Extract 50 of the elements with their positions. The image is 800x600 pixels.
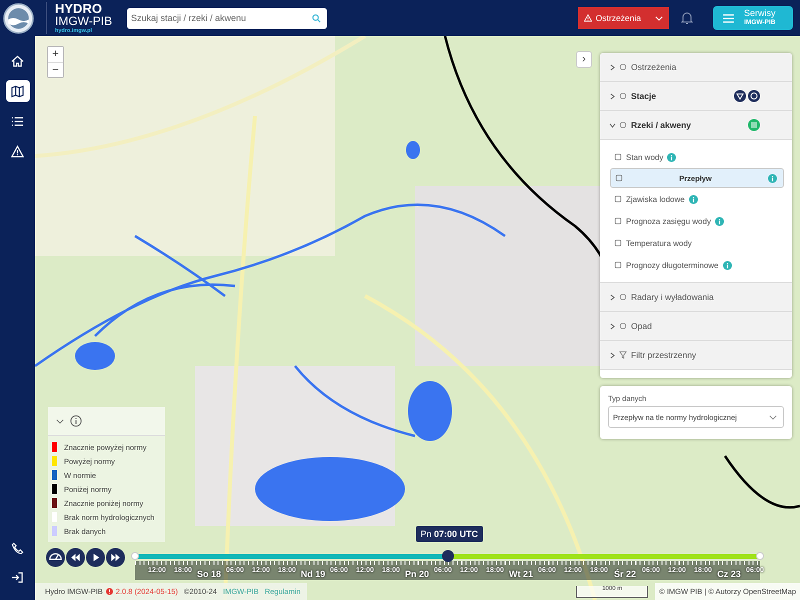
warnings-button[interactable]: Ostrzeżenia <box>578 7 669 29</box>
speed-icon[interactable] <box>46 548 65 567</box>
layer-item[interactable]: Stan wody <box>610 146 784 168</box>
chevron-icon[interactable] <box>610 64 615 70</box>
zoom-out-button[interactable]: − <box>48 62 63 77</box>
collapse-panel-button[interactable]: › <box>576 51 592 68</box>
layer-item[interactable]: Zjawiska lodowe <box>610 188 784 210</box>
layer-item[interactable]: Prognoza zasięgu wody <box>610 210 784 232</box>
section-header[interactable]: Filtr przestrzenny <box>600 341 792 370</box>
collapse-icon[interactable] <box>56 418 64 424</box>
chevron-icon[interactable] <box>609 122 616 128</box>
day-label: Śr 22 <box>612 569 638 579</box>
chevron-icon[interactable] <box>610 294 615 300</box>
search-field[interactable]: Szukaj stacji / rzeki / akwenu <box>127 8 327 28</box>
bell-icon[interactable] <box>681 11 693 25</box>
day-label: So 18 <box>196 569 222 579</box>
logo-subtitle: IMGW-PIB <box>55 14 114 27</box>
day-label: Nd 19 <box>300 569 326 579</box>
rewind-icon[interactable] <box>66 548 85 567</box>
section-header[interactable]: Stacje <box>600 82 792 111</box>
circle-icon[interactable] <box>748 90 760 102</box>
fast-forward-icon[interactable] <box>106 548 125 567</box>
list-icon[interactable] <box>11 114 24 128</box>
filter-icon <box>619 351 627 359</box>
day-label: Cz 23 <box>716 569 742 579</box>
play-icon[interactable] <box>86 548 105 567</box>
time-tooltip: Pn 07:00 UTC <box>416 526 484 542</box>
menu-icon <box>723 14 734 22</box>
section-header[interactable]: Rzeki / akweny <box>600 111 792 140</box>
day-label: Wt 21 <box>508 569 534 579</box>
section-header[interactable]: Opad <box>600 312 792 341</box>
phone-icon[interactable] <box>11 542 24 555</box>
layers-icon[interactable] <box>748 119 760 131</box>
section-header[interactable]: Radary i wyładowania <box>600 283 792 312</box>
info-icon[interactable] <box>70 415 82 427</box>
map-icon[interactable] <box>11 84 24 98</box>
chevron-icon[interactable] <box>610 352 615 358</box>
caret-icon[interactable] <box>769 414 777 420</box>
layer-item[interactable]: Temperatura wody <box>610 232 784 254</box>
home-icon[interactable] <box>11 54 24 68</box>
logo-icon <box>3 2 34 34</box>
alert-icon <box>106 588 113 595</box>
chevron-icon[interactable] <box>610 92 615 100</box>
login-icon[interactable] <box>11 571 24 584</box>
section-header[interactable]: Ostrzeżenia <box>600 53 792 82</box>
layer-item[interactable]: Prognozy długoterminowe <box>610 254 784 276</box>
chevron-icon[interactable] <box>610 322 615 330</box>
logo-title: HYDRO <box>55 2 103 15</box>
day-label: Pn 20 <box>404 569 430 579</box>
map-tab[interactable] <box>6 80 30 102</box>
